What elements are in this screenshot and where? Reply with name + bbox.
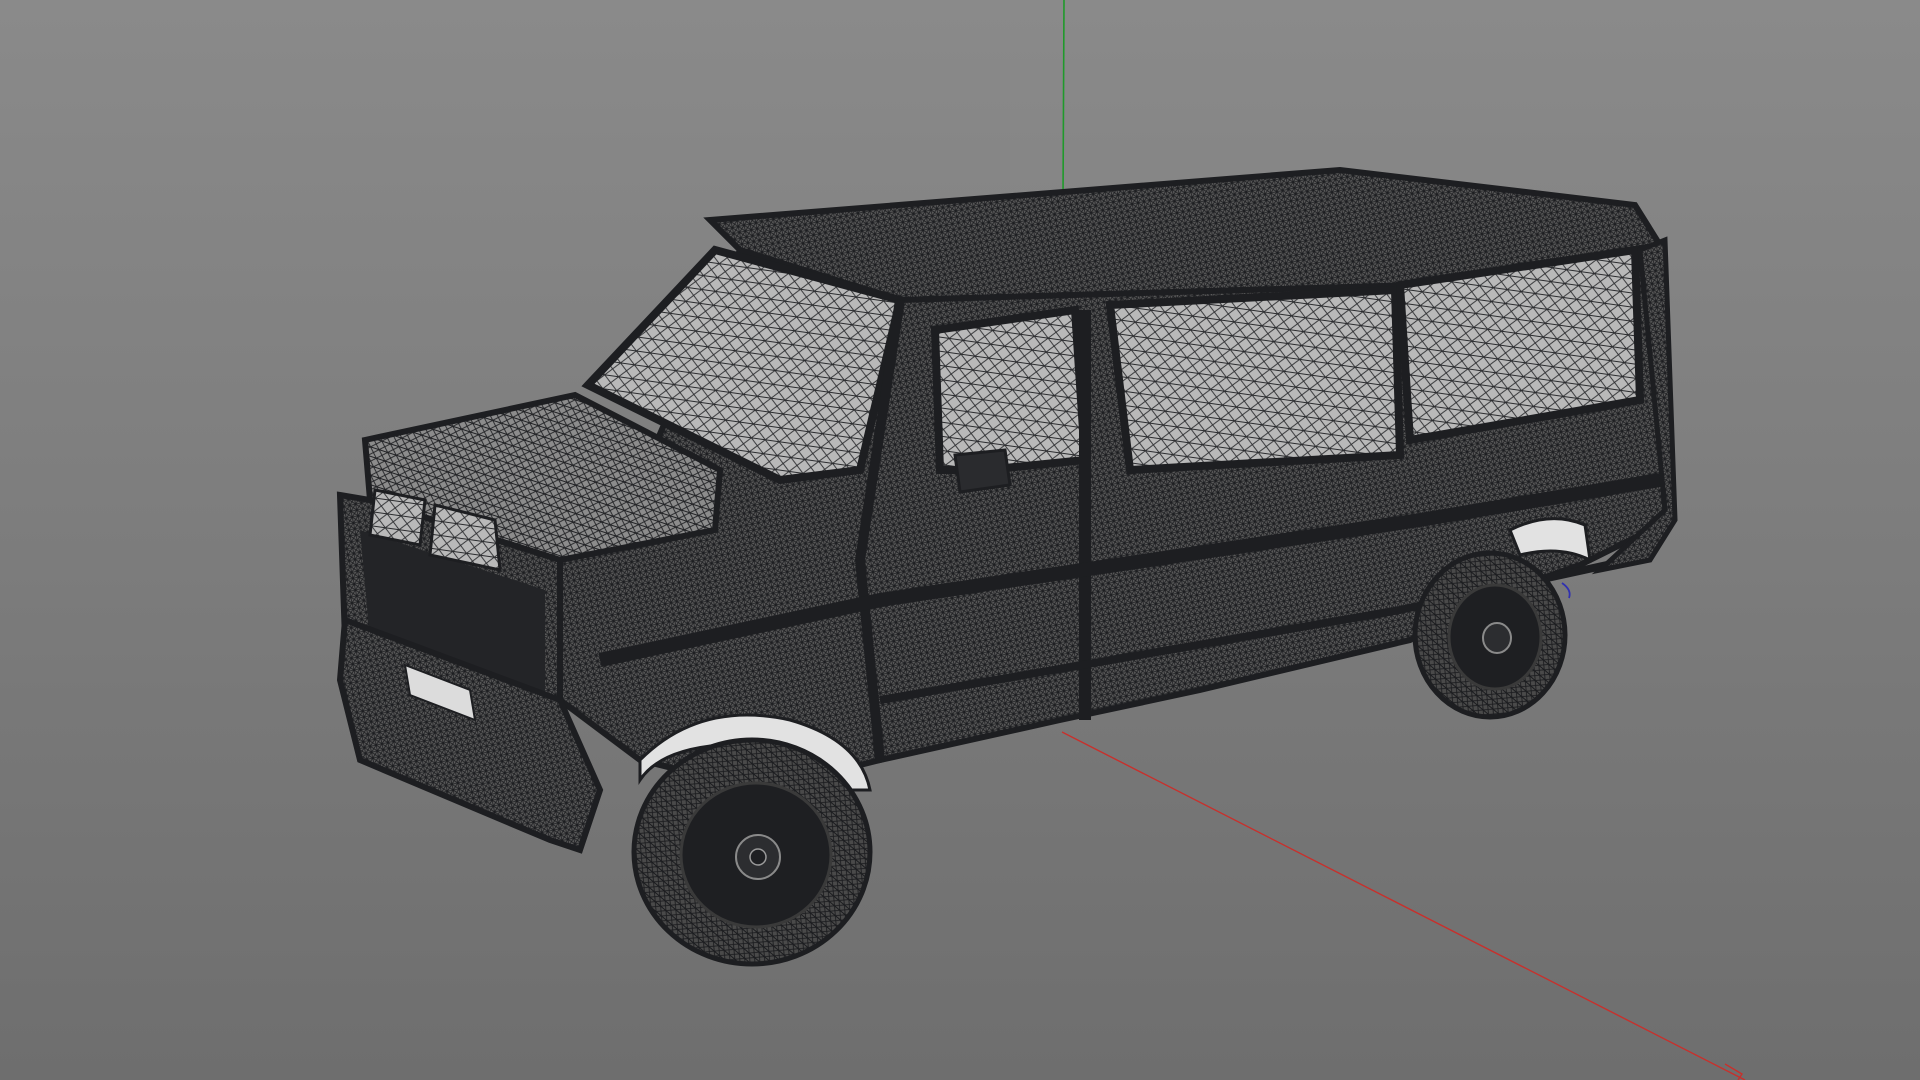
wireframe-scene[interactable] [0, 0, 1920, 1080]
van-door-window [930, 305, 1090, 474]
z-axis-stub [1561, 582, 1571, 599]
3d-viewport[interactable] [0, 0, 1920, 1080]
x-axis-line [1061, 731, 1746, 1080]
van-wireframe-model[interactable] [336, 166, 1674, 854]
rear-hub [1482, 622, 1512, 654]
front-hub-center [749, 848, 767, 866]
y-axis-line [1062, 0, 1065, 201]
van-side-window-1 [1105, 285, 1405, 475]
van-headlight-left [368, 488, 427, 547]
x-axis-arrow [1724, 1063, 1743, 1080]
van-rear-wheel[interactable] [1412, 550, 1568, 720]
van-front-wheel[interactable] [631, 737, 873, 967]
van-side-mirror [953, 448, 1012, 494]
